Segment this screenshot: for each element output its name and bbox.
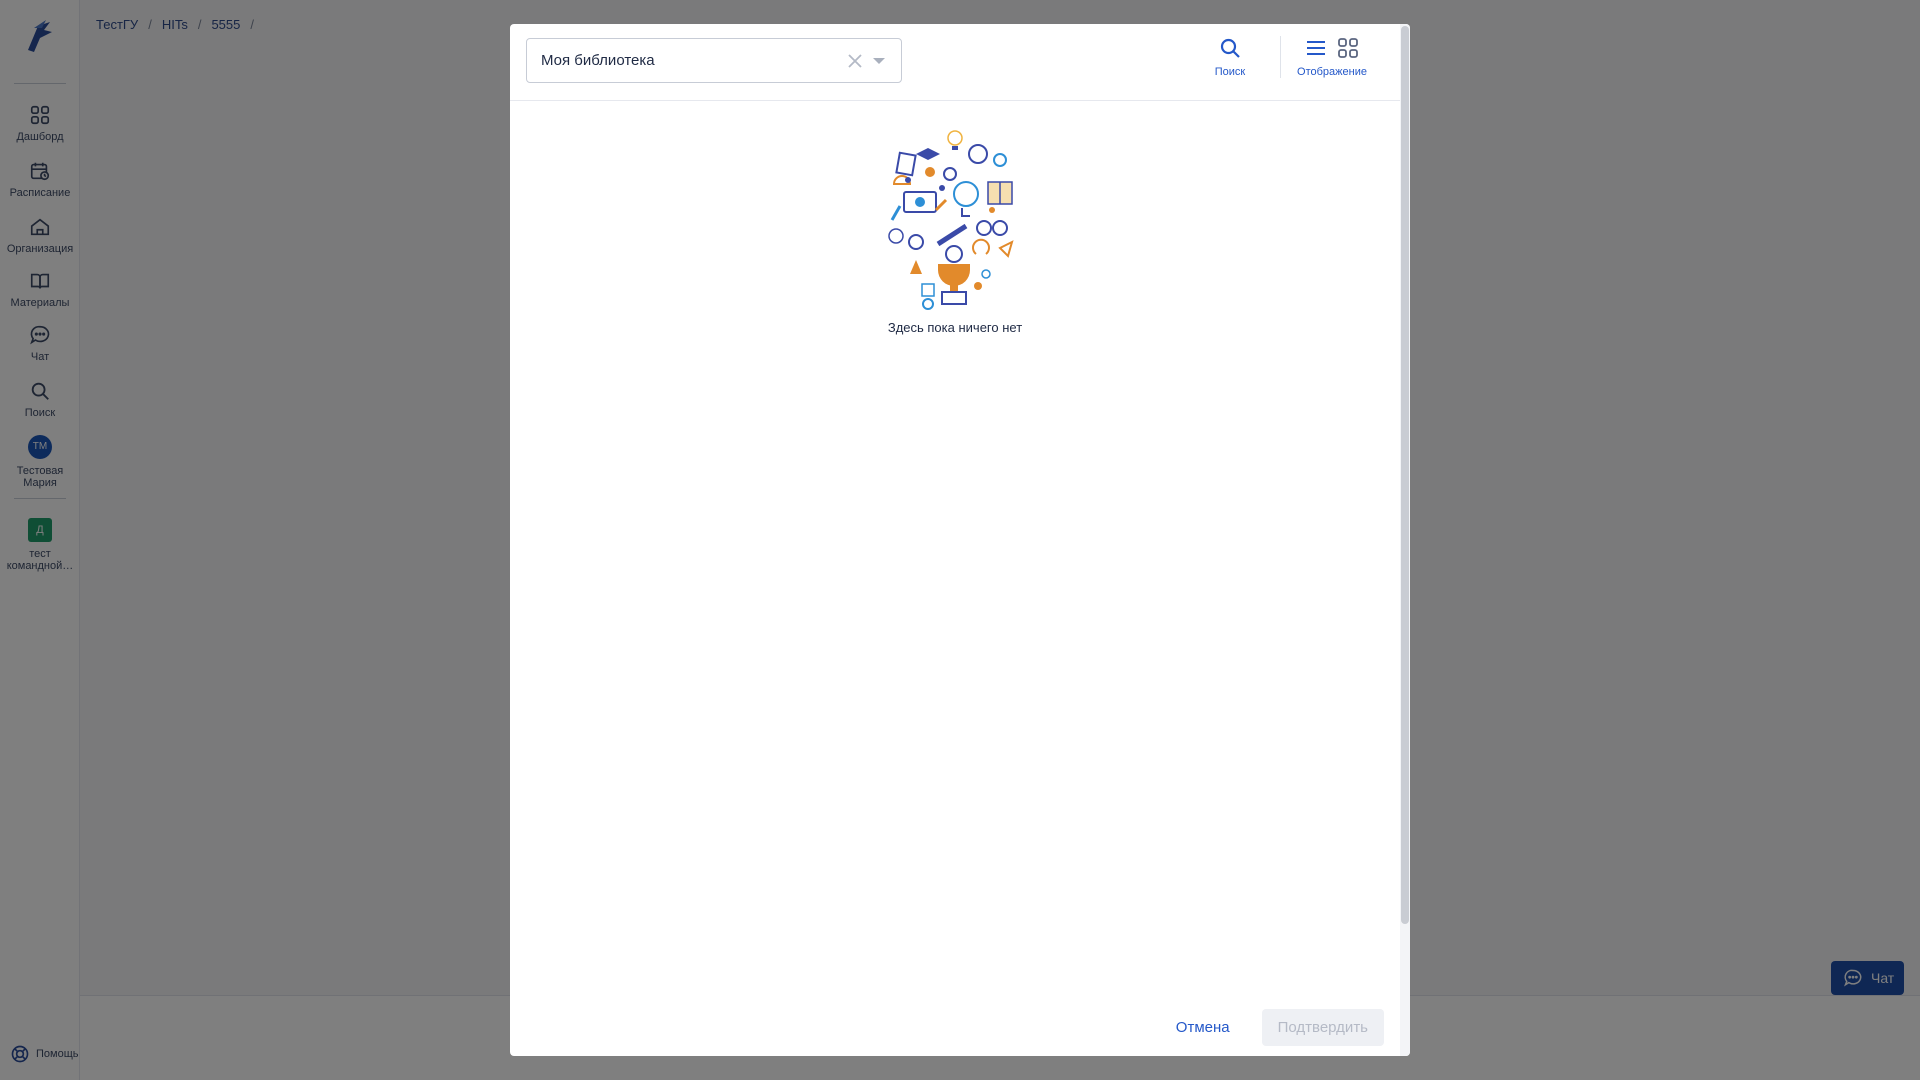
- education-illustration: [888, 130, 1014, 310]
- cancel-button[interactable]: Отмена: [1162, 1009, 1244, 1046]
- library-select-value: Моя библиотека: [541, 52, 655, 69]
- empty-state: Здесь пока ничего нет: [510, 124, 1400, 335]
- library-select[interactable]: Моя библиотека: [526, 38, 902, 83]
- scrollbar-thumb[interactable]: [1401, 26, 1409, 924]
- list-view-icon[interactable]: [1304, 36, 1328, 60]
- view-mode-toggle[interactable]: Отображение: [1294, 36, 1370, 78]
- search-icon: [1220, 38, 1240, 58]
- toolbar-divider: [1280, 36, 1281, 78]
- confirm-button[interactable]: Подтвердить: [1261, 1008, 1384, 1046]
- modal-footer: Отмена Подтвердить: [510, 998, 1400, 1056]
- view-mode-label: Отображение: [1297, 66, 1367, 78]
- library-picker-modal: Моя библиотека Поиск Отображение Здесь п…: [510, 24, 1410, 1056]
- scrollbar[interactable]: [1400, 24, 1410, 1056]
- search-tool-button[interactable]: Поиск: [1210, 36, 1250, 78]
- empty-state-text: Здесь пока ничего нет: [887, 320, 1023, 335]
- search-tool-label: Поиск: [1214, 66, 1246, 78]
- grid-view-icon[interactable]: [1336, 36, 1360, 60]
- chevron-down-icon[interactable]: [873, 58, 885, 64]
- close-icon[interactable]: [845, 51, 865, 71]
- modal-header: Моя библиотека Поиск Отображение: [510, 24, 1400, 101]
